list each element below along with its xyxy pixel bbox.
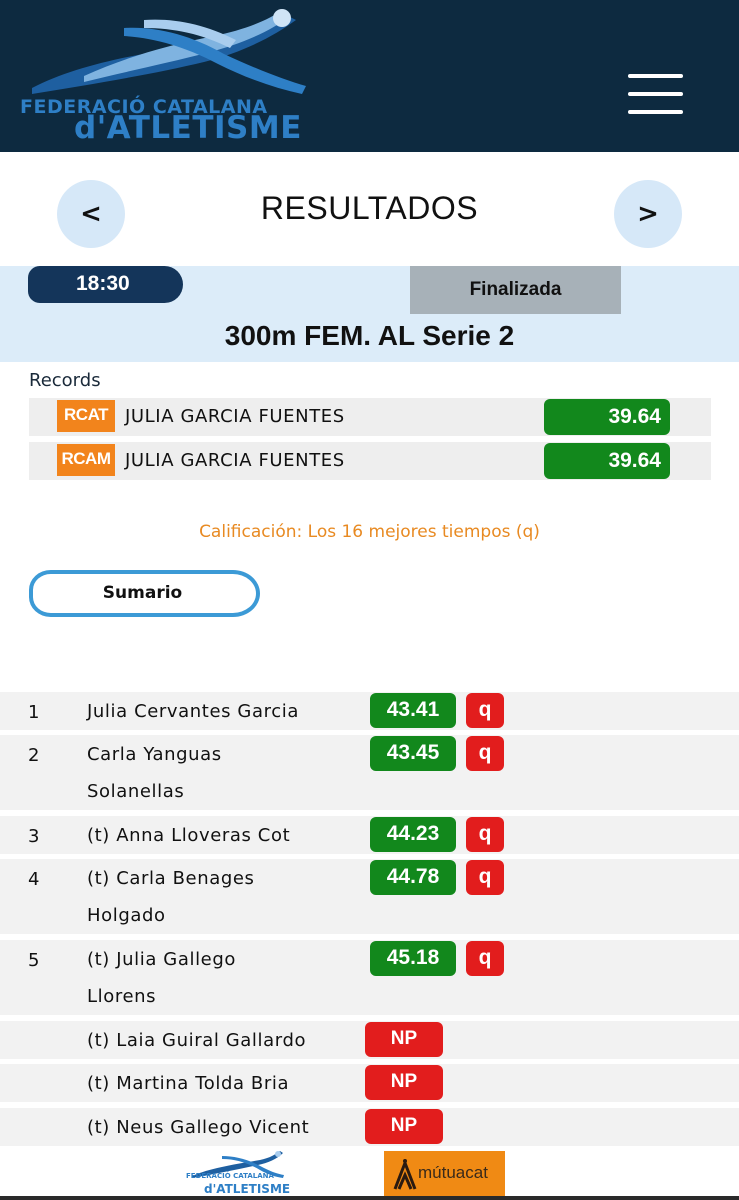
result-row[interactable]: 3 (t) Anna Lloveras Cot 44.23 q <box>0 816 739 854</box>
records-label: Records <box>29 370 101 391</box>
federation-logo[interactable]: FEDERACIÓ CATALANA d'ATLETISME <box>14 6 314 146</box>
event-name: 300m FEM. AL Serie 2 <box>224 320 515 351</box>
result-athlete: (t) Neus Gallego Vicent <box>87 1117 310 1138</box>
footer-divider <box>0 1196 739 1200</box>
record-row: RCAM JULIA GARCIA FUENTES 39.64 <box>29 442 711 480</box>
result-position: 3 <box>28 826 40 847</box>
qualified-badge: q <box>466 817 504 852</box>
site-header: FEDERACIÓ CATALANA d'ATLETISME <box>0 0 739 152</box>
record-athlete: JULIA GARCIA FUENTES <box>125 406 345 427</box>
result-row[interactable]: 5 (t) Julia Gallego Llorens 45.18 q <box>0 940 739 1015</box>
result-time: 43.45 <box>370 736 456 771</box>
footer <box>0 1150 739 1200</box>
result-athlete: (t) Anna Lloveras Cot <box>87 825 291 846</box>
result-position: 4 <box>28 869 40 890</box>
record-type-badge: RCAM <box>57 444 115 476</box>
result-position: 2 <box>28 745 40 766</box>
qualification-note: Calificación: Los 16 mejores tiempos (q) <box>199 522 540 542</box>
footer-logo-text-atletisme: d'ATLETISME <box>204 1182 291 1196</box>
qualified-badge: q <box>466 693 504 728</box>
hamburger-menu-icon[interactable] <box>628 72 683 116</box>
qualified-badge: q <box>466 860 504 895</box>
runner-logo-icon <box>32 9 306 94</box>
record-row: RCAT JULIA GARCIA FUENTES 39.64 <box>29 398 711 436</box>
result-athlete: (t) Martina Tolda Bria <box>87 1073 290 1094</box>
event-status-badge: Finalizada <box>410 266 621 314</box>
result-row[interactable]: (t) Neus Gallego Vicent NP <box>0 1108 739 1146</box>
result-athlete: (t) Laia Guiral Gallardo <box>87 1030 307 1051</box>
event-time-badge: 18:30 <box>28 266 183 303</box>
record-athlete: JULIA GARCIA FUENTES <box>125 450 345 471</box>
result-athlete: Carla Yanguas Solanellas <box>87 744 222 802</box>
qualified-badge: q <box>466 941 504 976</box>
result-row[interactable]: 4 (t) Carla Benages Holgado 44.78 q <box>0 859 739 934</box>
record-time: 39.64 <box>544 443 670 479</box>
logo-text-atletisme: d'ATLETISME <box>74 110 302 146</box>
result-time: 44.78 <box>370 860 456 895</box>
result-row[interactable]: (t) Laia Guiral Gallardo NP <box>0 1021 739 1059</box>
result-athlete: (t) Julia Gallego Llorens <box>87 949 236 1007</box>
result-position: 5 <box>28 950 40 971</box>
result-row[interactable]: 1 Julia Cervantes Garcia 43.41 q <box>0 692 739 730</box>
result-row[interactable]: 2 Carla Yanguas Solanellas 43.45 q <box>0 735 739 810</box>
qualified-badge: q <box>466 736 504 771</box>
sponsor-mutuacat-logo[interactable]: mútuacat <box>384 1151 505 1197</box>
record-time: 39.64 <box>544 399 670 435</box>
result-position: 1 <box>28 702 40 723</box>
mutuacat-mark-icon <box>393 1158 417 1190</box>
next-button[interactable]: > <box>614 180 682 248</box>
result-row[interactable]: (t) Martina Tolda Bria NP <box>0 1064 739 1102</box>
result-athlete: Julia Cervantes Garcia <box>87 701 299 722</box>
footer-logo-text-federacio: FEDERACIÓ CATALANA <box>186 1172 274 1180</box>
footer-federation-logo[interactable]: FEDERACIÓ CATALANA d'ATLETISME <box>186 1150 290 1198</box>
sponsor-name: mútuacat <box>418 1163 488 1182</box>
result-time: 43.41 <box>370 693 456 728</box>
result-time: 45.18 <box>370 941 456 976</box>
not-presented-badge: NP <box>365 1109 443 1144</box>
chevron-right-icon: > <box>637 199 659 229</box>
result-athlete: (t) Carla Benages Holgado <box>87 868 255 926</box>
not-presented-badge: NP <box>365 1065 443 1100</box>
record-type-badge: RCAT <box>57 400 115 432</box>
summary-button[interactable]: Sumario <box>29 570 260 617</box>
not-presented-badge: NP <box>365 1022 443 1057</box>
result-time: 44.23 <box>370 817 456 852</box>
